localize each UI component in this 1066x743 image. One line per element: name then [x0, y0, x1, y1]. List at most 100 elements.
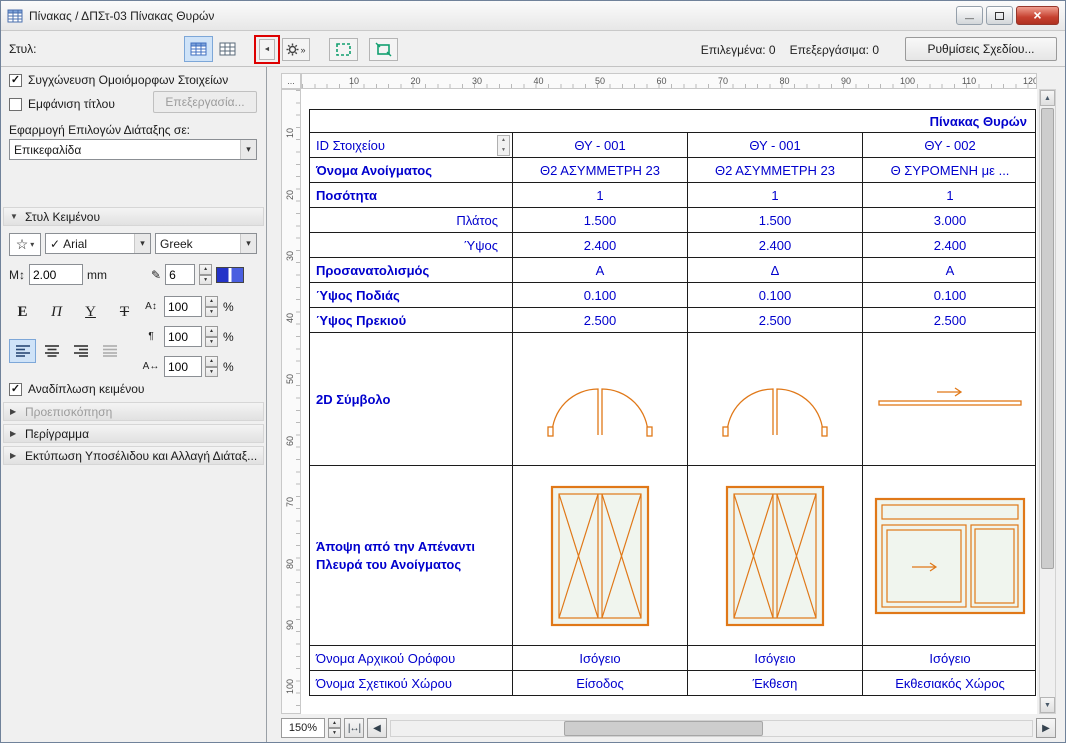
- row-label-cell[interactable]: Ύψος Πρεκιού: [310, 308, 512, 332]
- row-orientation[interactable]: Προσανατολισμός Α Δ Α: [310, 257, 1035, 282]
- spinner-up-icon[interactable]: [205, 356, 218, 367]
- italic-button[interactable]: Π: [43, 299, 70, 326]
- titlebar[interactable]: Πίνακας / ΔΠΣτ-03 Πίνακας Θυρών: [1, 1, 1065, 31]
- spinner-up-icon[interactable]: [199, 264, 212, 275]
- scroll-left-button[interactable]: ◀: [367, 718, 387, 738]
- scroll-down-button[interactable]: [1040, 697, 1055, 713]
- value-cell[interactable]: 1: [862, 183, 1037, 207]
- char-spacing-spinner[interactable]: [205, 356, 218, 377]
- value-cell[interactable]: Έκθεση: [687, 671, 862, 695]
- chevron-down-icon[interactable]: [134, 234, 150, 253]
- pen-spinner[interactable]: [199, 264, 212, 285]
- show-title-checkbox[interactable]: Εμφάνιση τίτλου: [9, 97, 115, 111]
- row-height[interactable]: Ύψος 2.400 2.400 2.400: [310, 232, 1035, 257]
- chevron-down-icon[interactable]: [240, 234, 256, 253]
- spinner-down-icon[interactable]: [199, 275, 212, 286]
- row-label-cell[interactable]: Όνομα Ανοίγματος: [310, 158, 512, 182]
- schedule-title-row[interactable]: Πίνακας Θυρών: [310, 110, 1035, 132]
- value-cell[interactable]: Θ2 ΑΣΥΜΜΕΤΡΗ 23: [687, 158, 862, 182]
- align-center-button[interactable]: [38, 339, 65, 363]
- underline-button[interactable]: Υ: [77, 299, 104, 326]
- line-spacing-spinner[interactable]: [205, 296, 218, 317]
- spinner-down-icon[interactable]: [328, 728, 341, 738]
- value-cell[interactable]: Θ2 ΑΣΥΜΜΕΤΡΗ 23: [512, 158, 687, 182]
- pen-number-input[interactable]: [165, 264, 195, 285]
- close-button[interactable]: [1016, 6, 1059, 25]
- align-justify-button[interactable]: [96, 339, 123, 363]
- vertical-scrollbar-thumb[interactable]: [1041, 108, 1054, 569]
- horizontal-scrollbar-thumb[interactable]: [564, 721, 763, 736]
- value-cell[interactable]: Δ: [687, 258, 862, 282]
- chevron-down-icon[interactable]: [240, 140, 256, 159]
- row-label-cell[interactable]: Όνομα Αρχικού Ορόφου: [310, 646, 512, 670]
- elevation-cell[interactable]: [687, 466, 862, 645]
- value-cell[interactable]: 2.400: [862, 233, 1037, 257]
- elevation-cell[interactable]: [512, 466, 687, 645]
- schedule-title[interactable]: Πίνακας Θυρών: [310, 110, 1035, 132]
- row-label-cell[interactable]: Ύψος: [310, 233, 512, 257]
- value-cell[interactable]: Ισόγειο: [512, 646, 687, 670]
- spinner-down-icon[interactable]: [205, 307, 218, 318]
- spinner-up-icon[interactable]: [205, 296, 218, 307]
- value-cell[interactable]: 1: [687, 183, 862, 207]
- maximize-button[interactable]: [986, 6, 1013, 25]
- value-cell[interactable]: 1.500: [512, 208, 687, 232]
- section-text-style[interactable]: Στυλ Κειμένου: [3, 207, 264, 226]
- minimize-button[interactable]: [956, 6, 983, 25]
- ruler-horizontal[interactable]: 102030405060708090100110120: [301, 73, 1037, 89]
- schedule-view-button[interactable]: [184, 36, 213, 62]
- value-cell[interactable]: 1: [512, 183, 687, 207]
- row-label-cell[interactable]: Άποψη από την Απέναντι Πλευρά του Ανοίγμ…: [310, 466, 512, 645]
- ruler-vertical[interactable]: 102030405060708090100: [281, 89, 301, 714]
- value-cell[interactable]: Α: [512, 258, 687, 282]
- row-label-cell[interactable]: ID Στοιχείου: [310, 133, 512, 157]
- value-cell[interactable]: 0.100: [687, 283, 862, 307]
- fit-in-window-button[interactable]: |↔|: [344, 718, 364, 738]
- merge-uniform-checkbox[interactable]: Συγχώνευση Ομοιόμορφων Στοιχείων: [9, 73, 228, 87]
- value-cell[interactable]: Α: [862, 258, 1037, 282]
- spinner-up-icon[interactable]: [205, 326, 218, 337]
- door-schedule-table[interactable]: Πίνακας Θυρών ID Στοιχείου ΘΥ - 001 ΘΥ -…: [309, 109, 1036, 696]
- font-size-input[interactable]: [29, 264, 83, 285]
- pen-color-swatch[interactable]: [216, 267, 244, 283]
- row-opposite-view[interactable]: Άποψη από την Απέναντι Πλευρά του Ανοίγμ…: [310, 465, 1035, 645]
- value-cell[interactable]: 1.500: [687, 208, 862, 232]
- select-items-button[interactable]: [329, 38, 358, 61]
- value-cell[interactable]: 2.400: [687, 233, 862, 257]
- symbol-cell[interactable]: [512, 333, 687, 465]
- scheme-options-button[interactable]: »: [282, 38, 310, 61]
- id-sort-spinner[interactable]: [497, 135, 510, 156]
- spreadsheet-view-button[interactable]: [213, 36, 242, 62]
- favorites-star-button[interactable]: [9, 233, 41, 256]
- row-element-id[interactable]: ID Στοιχείου ΘΥ - 001 ΘΥ - 001 ΘΥ - 002: [310, 132, 1035, 157]
- row-home-story[interactable]: Όνομα Αρχικού Ορόφου Ισόγειο Ισόγειο Ισό…: [310, 645, 1035, 670]
- row-label-cell[interactable]: Ύψος Ποδιάς: [310, 283, 512, 307]
- scroll-right-button[interactable]: ▶: [1036, 718, 1056, 738]
- value-cell[interactable]: 2.500: [687, 308, 862, 332]
- row-label-cell[interactable]: Ποσότητα: [310, 183, 512, 207]
- value-cell[interactable]: 2.400: [512, 233, 687, 257]
- vertical-scrollbar[interactable]: [1039, 89, 1056, 714]
- row-width[interactable]: Πλάτος 1.500 1.500 3.000: [310, 207, 1035, 232]
- align-right-button[interactable]: [67, 339, 94, 363]
- section-preview[interactable]: Προεπισκόπηση: [3, 402, 264, 421]
- section-footer-layout[interactable]: Εκτύπωση Υποσέλιδου και Αλλαγή Διάταξ...: [3, 446, 264, 465]
- row-opening-name[interactable]: Όνομα Ανοίγματος Θ2 ΑΣΥΜΜΕΤΡΗ 23 Θ2 ΑΣΥΜ…: [310, 157, 1035, 182]
- symbol-cell[interactable]: [687, 333, 862, 465]
- ruler-origin-button[interactable]: ...: [281, 73, 301, 89]
- row-2d-symbol[interactable]: 2D Σύμβολο: [310, 332, 1035, 465]
- spinner-down-icon[interactable]: [205, 337, 218, 348]
- value-cell[interactable]: Είσοδος: [512, 671, 687, 695]
- line-spacing-input[interactable]: [164, 296, 202, 317]
- value-cell[interactable]: Ισόγειο: [687, 646, 862, 670]
- char-spacing-input[interactable]: [164, 356, 202, 377]
- wrap-text-checkbox[interactable]: Αναδίπλωση κειμένου: [9, 382, 144, 396]
- scheme-settings-button[interactable]: Ρυθμίσεις Σχεδίου...: [905, 37, 1057, 61]
- row-header-height[interactable]: Ύψος Πρεκιού 2.500 2.500 2.500: [310, 307, 1035, 332]
- schedule-canvas[interactable]: Πίνακας Θυρών ID Στοιχείου ΘΥ - 001 ΘΥ -…: [301, 89, 1037, 714]
- zoom-spinner[interactable]: [328, 718, 341, 738]
- value-cell[interactable]: 2.500: [862, 308, 1037, 332]
- value-cell[interactable]: ΘΥ - 001: [512, 133, 687, 157]
- strikethrough-button[interactable]: Τ: [111, 299, 138, 326]
- paragraph-spacing-input[interactable]: [164, 326, 202, 347]
